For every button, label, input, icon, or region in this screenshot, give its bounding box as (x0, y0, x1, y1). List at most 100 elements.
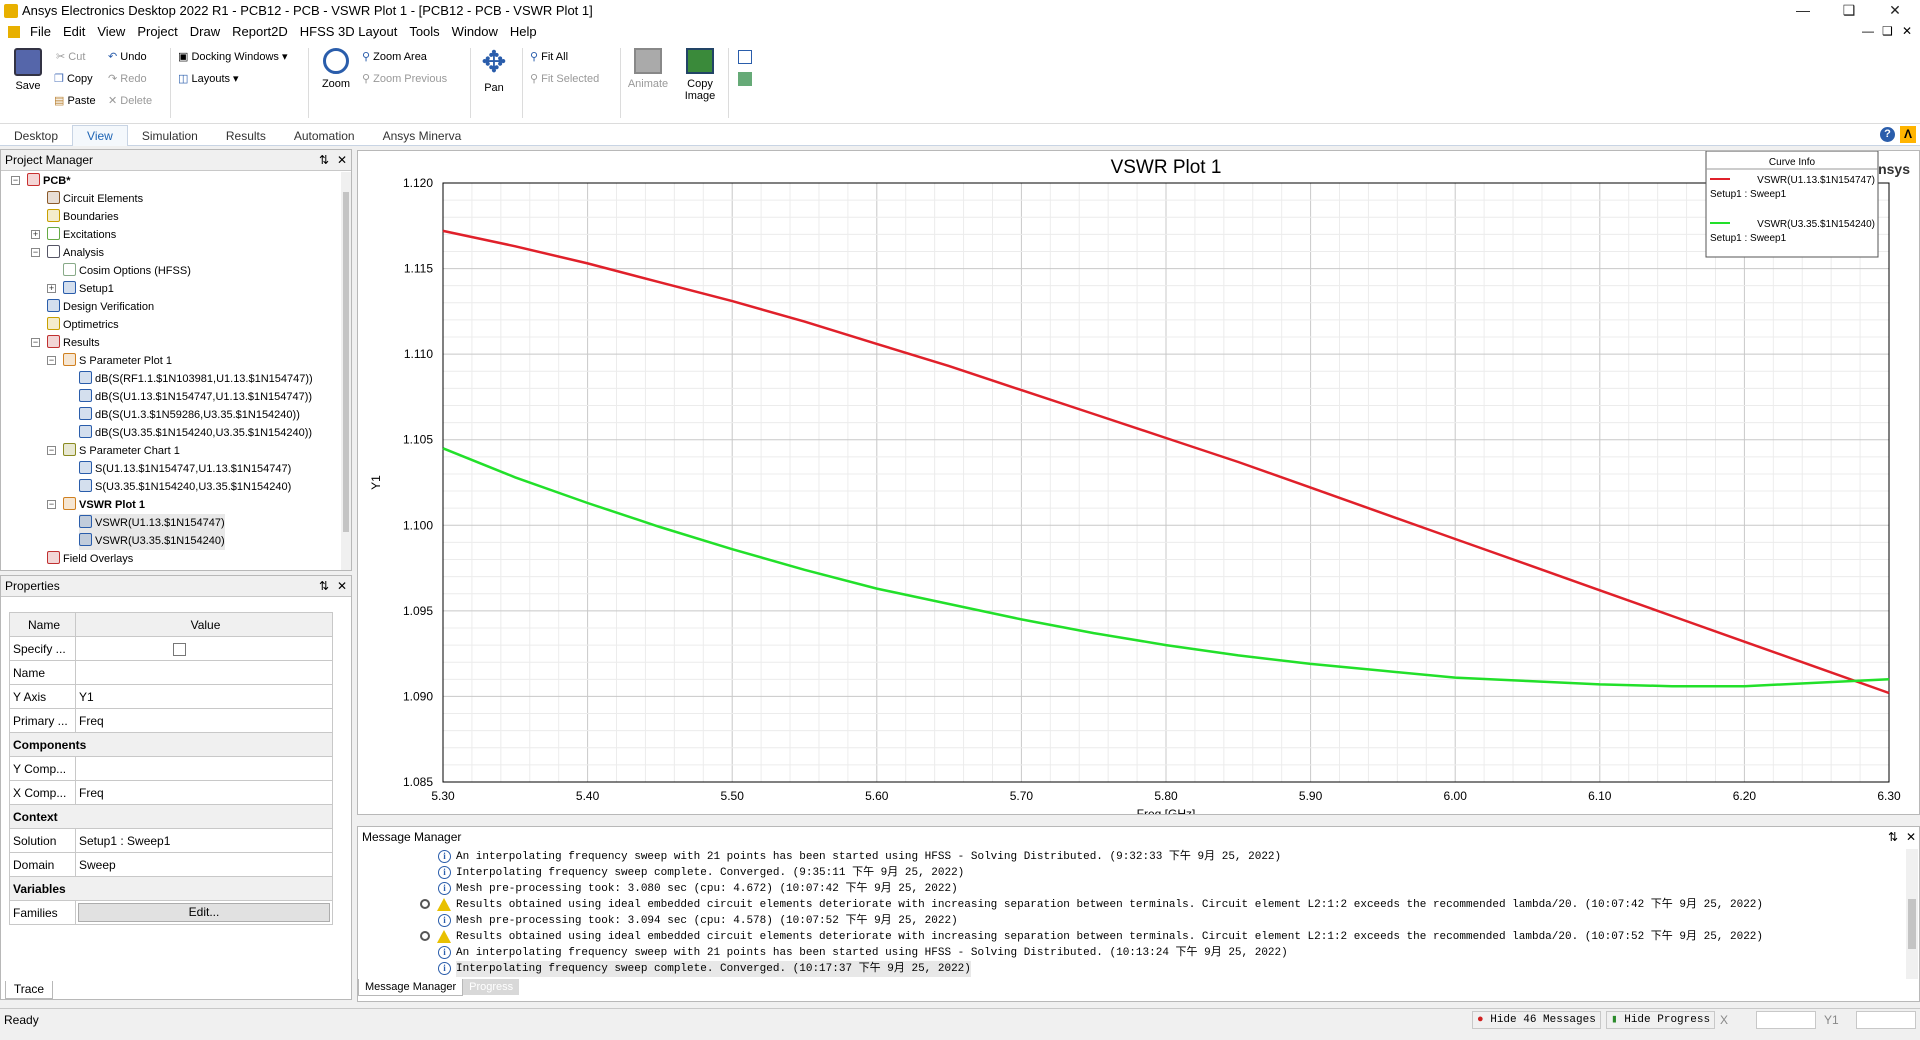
close-icon[interactable]: ✕ (337, 150, 347, 170)
tree-item[interactable]: dB(S(U1.3.$1N59286,U3.35.$1N154240)) (79, 406, 300, 424)
docking-windows-dropdown[interactable]: ▣ Docking Windows ▾ (178, 50, 287, 63)
property-value[interactable] (75, 660, 333, 685)
edit-button[interactable]: Edit... (78, 903, 330, 922)
layouts-dropdown[interactable]: ◫ Layouts ▾ (178, 72, 239, 85)
tree-toggle[interactable]: − (11, 176, 20, 185)
mdi-close-button[interactable]: ✕ (1902, 24, 1912, 38)
paste-button[interactable]: ▤ Paste (54, 94, 96, 107)
legend[interactable]: Curve Info VSWR(U1.13.$1N154747) Setup1 : … (1705, 151, 1879, 258)
pin-icon[interactable]: ⇅ (319, 576, 329, 596)
tree-item[interactable]: VSWR(U1.13.$1N154747) (79, 514, 225, 532)
fit-selected-button[interactable]: ⚲ Fit Selected (530, 72, 599, 85)
tree-item[interactable]: Boundaries (47, 208, 119, 226)
grid-icon[interactable] (738, 72, 752, 86)
message-line[interactable]: Results obtained using ideal embedded ci… (456, 897, 1763, 913)
menu-item-view[interactable]: View (91, 22, 131, 41)
tree-item[interactable]: Design Verification (47, 298, 154, 316)
zoom-button[interactable]: Zoom (314, 48, 358, 90)
animate-button[interactable]: Animate (626, 48, 670, 90)
tab-trace[interactable]: Trace (5, 981, 53, 999)
tree-item[interactable]: S Parameter Plot 1 (63, 352, 172, 370)
property-value[interactable]: Y1 (75, 684, 333, 709)
fit-all-button[interactable]: ⚲ Fit All (530, 50, 568, 63)
menu-item-edit[interactable]: Edit (57, 22, 91, 41)
undo-button[interactable]: ↶ Undo (108, 50, 147, 63)
vswr-chart[interactable]: VSWR Plot 1PCBAnsys5.305.405.505.605.705… (358, 151, 1919, 814)
tree-item[interactable]: S Parameter Chart 1 (63, 442, 180, 460)
zoom-area-button[interactable]: ⚲ Zoom Area (362, 50, 427, 63)
tree-toggle[interactable]: + (31, 230, 40, 239)
message-line[interactable]: Interpolating frequency sweep complete. … (456, 961, 971, 977)
tree-item[interactable]: Setup1 (63, 280, 114, 298)
close-button[interactable]: ✕ (1872, 0, 1918, 22)
message-line[interactable]: Interpolating frequency sweep complete. … (456, 865, 964, 881)
menu-item-file[interactable]: File (24, 22, 57, 41)
menu-item-window[interactable]: Window (446, 22, 504, 41)
mdi-minimize-button[interactable]: — (1862, 24, 1874, 38)
copy-image-button[interactable]: Copy Image (678, 48, 722, 102)
tree-scrollbar[interactable] (341, 172, 351, 570)
property-value[interactable]: Freq (75, 708, 333, 733)
zoom-previous-button[interactable]: ⚲ Zoom Previous (362, 72, 447, 85)
cut-button[interactable]: ✂ Cut (56, 50, 85, 63)
menu-item-project[interactable]: Project (131, 22, 183, 41)
mdi-restore-button[interactable]: ❑ (1882, 24, 1893, 38)
save-button[interactable]: Save (6, 48, 50, 92)
menu-item-report2d[interactable]: Report2D (226, 22, 294, 41)
specify-checkbox[interactable] (173, 642, 186, 656)
tab-automation[interactable]: Automation (280, 126, 369, 146)
magnifier-icon[interactable] (420, 931, 430, 941)
tree-item[interactable]: S(U1.13.$1N154747,U1.13.$1N154747) (79, 460, 291, 478)
tree-item[interactable]: VSWR Plot 1 (63, 496, 145, 514)
menu-item-draw[interactable]: Draw (184, 22, 226, 41)
message-line[interactable]: Mesh pre-processing took: 3.094 sec (cpu… (456, 913, 958, 929)
magnifier-icon[interactable] (420, 899, 430, 909)
tree-toggle[interactable]: − (47, 500, 56, 509)
help-icon[interactable]: ? (1880, 127, 1895, 142)
maximize-button[interactable]: ❑ (1826, 0, 1872, 22)
property-value[interactable]: Freq (75, 780, 333, 805)
tree-toggle[interactable]: − (31, 338, 40, 347)
tab-desktop[interactable]: Desktop (0, 126, 72, 146)
tab-view[interactable]: View (72, 125, 128, 146)
tab-results[interactable]: Results (212, 126, 280, 146)
pin-icon[interactable]: ⇅ (1888, 827, 1898, 847)
message-line[interactable]: An interpolating frequency sweep with 21… (456, 849, 1281, 865)
property-value[interactable]: Edit... (75, 900, 333, 925)
hide-messages-button[interactable]: ● Hide 46 Messages (1472, 1011, 1601, 1029)
property-value[interactable]: Sweep (75, 852, 333, 877)
pin-icon[interactable]: ⇅ (319, 150, 329, 170)
menu-item-tools[interactable]: Tools (403, 22, 445, 41)
menu-item-help[interactable]: Help (504, 22, 543, 41)
tree-item[interactable]: Cosim Options (HFSS) (63, 262, 191, 280)
pan-button[interactable]: ✥ Pan (472, 48, 516, 95)
minimize-button[interactable]: — (1780, 0, 1826, 22)
property-value[interactable] (75, 636, 333, 661)
tab-ansys-minerva[interactable]: Ansys Minerva (369, 126, 476, 146)
message-line[interactable]: Mesh pre-processing took: 3.080 sec (cpu… (456, 881, 958, 897)
message-line[interactable]: Results obtained using ideal embedded ci… (456, 929, 1763, 945)
tree-toggle[interactable]: − (31, 248, 40, 257)
tree-item[interactable]: dB(S(U3.35.$1N154240,U3.35.$1N154240)) (79, 424, 312, 442)
tab-simulation[interactable]: Simulation (128, 126, 212, 146)
tree-item[interactable]: Field Overlays (47, 550, 133, 568)
redo-button[interactable]: ↷ Redo (108, 72, 147, 85)
tab-progress[interactable]: Progress (463, 979, 520, 995)
tree-item[interactable]: Excitations (47, 226, 116, 244)
hide-progress-button[interactable]: ▮ Hide Progress (1606, 1011, 1716, 1029)
report-icon[interactable] (738, 50, 752, 64)
close-icon[interactable]: ✕ (337, 576, 347, 596)
property-value[interactable] (75, 756, 333, 781)
tree-item[interactable]: Circuit Elements (47, 190, 143, 208)
tree-item[interactable]: Analysis (47, 244, 104, 262)
close-icon[interactable]: ✕ (1906, 827, 1916, 847)
property-value[interactable]: Setup1 : Sweep1 (75, 828, 333, 853)
tab-message-manager[interactable]: Message Manager (358, 979, 464, 996)
delete-button[interactable]: ✕ Delete (108, 94, 152, 107)
menu-item-hfss-3d-layout[interactable]: HFSS 3D Layout (294, 22, 404, 41)
tree-item[interactable]: PCB* (27, 172, 71, 190)
tree-item[interactable]: dB(S(U1.13.$1N154747,U1.13.$1N154747)) (79, 388, 312, 406)
message-line[interactable]: An interpolating frequency sweep with 21… (456, 945, 1288, 961)
tree-toggle[interactable]: − (47, 356, 56, 365)
tree-item[interactable]: Results (47, 334, 100, 352)
